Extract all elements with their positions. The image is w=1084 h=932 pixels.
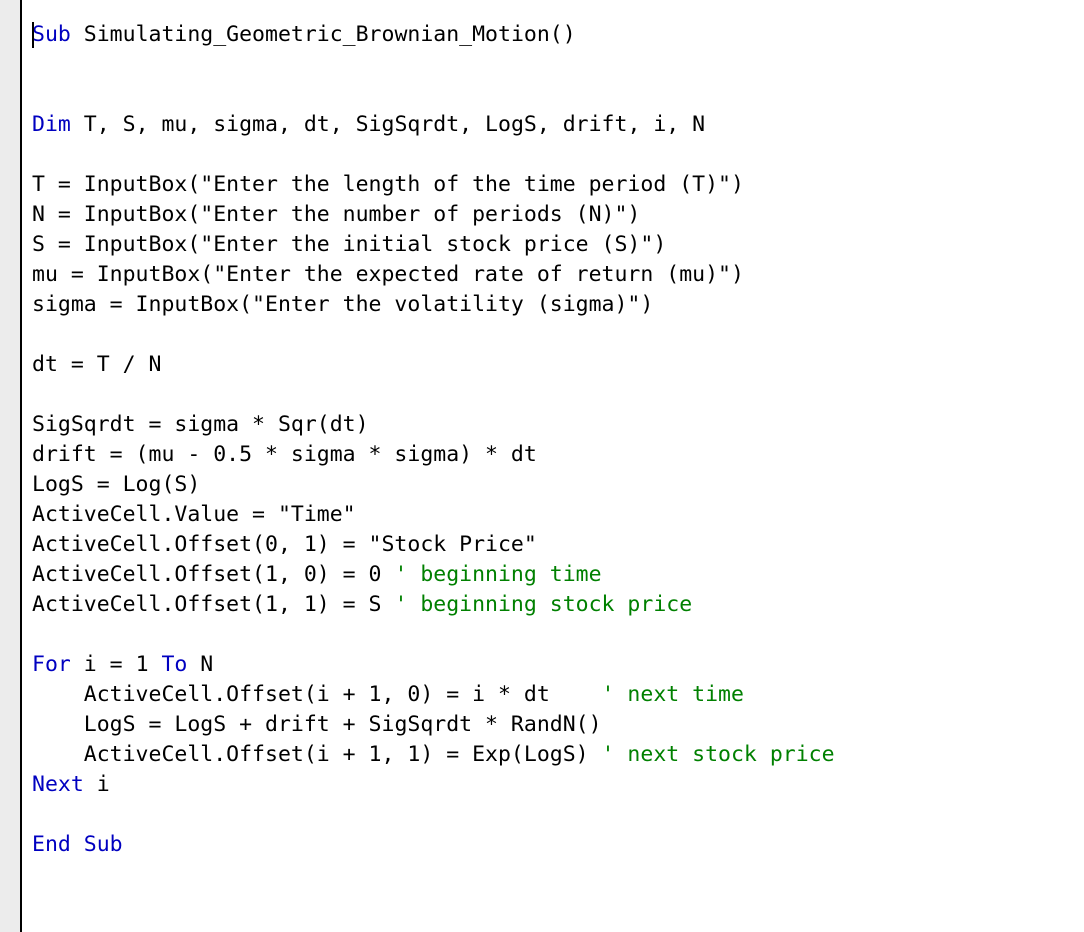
code-token-plain: N = InputBox("Enter the number of period… — [32, 202, 641, 227]
code-token-plain: N — [187, 652, 214, 677]
code-line[interactable]: N = InputBox("Enter the number of period… — [32, 200, 1084, 230]
code-token-plain: i = 1 — [70, 652, 162, 677]
code-token-plain: sigma = InputBox("Enter the volatility (… — [32, 292, 654, 317]
code-line[interactable]: ActiveCell.Value = "Time" — [32, 500, 1084, 530]
code-token-cmt: ' beginning stock price — [394, 592, 693, 617]
code-line[interactable] — [32, 80, 1084, 110]
code-line[interactable]: Next i — [32, 770, 1084, 800]
code-token-plain: ActiveCell.Offset(0, 1) = "Stock Price" — [32, 532, 537, 557]
code-line[interactable]: Sub Simulating_Geometric_Brownian_Motion… — [32, 20, 1084, 50]
code-line[interactable]: LogS = LogS + drift + SigSqrdt * RandN() — [32, 710, 1084, 740]
code-token-plain: ActiveCell.Value = "Time" — [32, 502, 356, 527]
code-line[interactable]: mu = InputBox("Enter the expected rate o… — [32, 260, 1084, 290]
code-token-cmt: ' beginning time — [394, 562, 602, 587]
code-line[interactable]: ActiveCell.Offset(1, 1) = S ' beginning … — [32, 590, 1084, 620]
editor-margin-indicator-bar[interactable] — [0, 0, 22, 932]
code-line[interactable]: ActiveCell.Offset(i + 1, 1) = Exp(LogS) … — [32, 740, 1084, 770]
code-line[interactable]: LogS = Log(S) — [32, 470, 1084, 500]
code-token-plain: dt = T / N — [32, 352, 162, 377]
code-token-plain: ActiveCell.Offset(i + 1, 1) = Exp(LogS) — [83, 742, 602, 767]
code-token-kw: End Sub — [32, 832, 123, 857]
code-token-plain: SigSqrdt = sigma * Sqr(dt) — [32, 412, 369, 437]
code-line[interactable]: Dim T, S, mu, sigma, dt, SigSqrdt, LogS,… — [32, 110, 1084, 140]
code-token-plain: mu = InputBox("Enter the expected rate o… — [32, 262, 744, 287]
code-token-plain: ActiveCell.Offset(1, 1) = S — [32, 592, 395, 617]
code-text-surface[interactable]: Sub Simulating_Geometric_Brownian_Motion… — [32, 20, 1084, 860]
code-token-cmt: ' next time — [601, 682, 744, 707]
code-token-kw: For — [32, 652, 71, 677]
code-line[interactable]: sigma = InputBox("Enter the volatility (… — [32, 290, 1084, 320]
code-token-plain: LogS = LogS + drift + SigSqrdt * RandN() — [83, 712, 602, 737]
code-token-plain: T, S, mu, sigma, dt, SigSqrdt, LogS, dri… — [70, 112, 706, 137]
text-caret — [32, 22, 34, 48]
code-token-kw: Sub — [32, 22, 71, 47]
code-line[interactable] — [32, 140, 1084, 170]
code-token-plain: S = InputBox("Enter the initial stock pr… — [32, 232, 667, 257]
code-line[interactable] — [32, 800, 1084, 830]
code-line[interactable] — [32, 380, 1084, 410]
code-token-plain: ActiveCell.Offset(1, 0) = 0 — [32, 562, 395, 587]
code-token-kw: To — [161, 652, 188, 677]
code-token-kw: Dim — [32, 112, 71, 137]
code-line[interactable]: ActiveCell.Offset(0, 1) = "Stock Price" — [32, 530, 1084, 560]
code-line[interactable]: T = InputBox("Enter the length of the ti… — [32, 170, 1084, 200]
code-line[interactable] — [32, 50, 1084, 80]
code-line[interactable] — [32, 320, 1084, 350]
code-token-plain: drift = (mu - 0.5 * sigma * sigma) * dt — [32, 442, 537, 467]
code-token-plain: Simulating_Geometric_Brownian_Motion() — [70, 22, 576, 47]
code-token-plain: i — [83, 772, 110, 797]
code-token-plain: T = InputBox("Enter the length of the ti… — [32, 172, 744, 197]
code-line[interactable]: drift = (mu - 0.5 * sigma * sigma) * dt — [32, 440, 1084, 470]
code-line[interactable]: For i = 1 To N — [32, 650, 1084, 680]
code-line[interactable]: ActiveCell.Offset(1, 0) = 0 ' beginning … — [32, 560, 1084, 590]
code-line[interactable]: End Sub — [32, 830, 1084, 860]
code-line[interactable] — [32, 620, 1084, 650]
code-token-cmt: ' next stock price — [601, 742, 835, 767]
code-token-plain: LogS = Log(S) — [32, 472, 201, 497]
code-token-kw: Next — [32, 772, 84, 797]
code-token-plain: ActiveCell.Offset(i + 1, 0) = i * dt — [83, 682, 602, 707]
code-line[interactable]: ActiveCell.Offset(i + 1, 0) = i * dt ' n… — [32, 680, 1084, 710]
code-pane[interactable]: Sub Simulating_Geometric_Brownian_Motion… — [22, 0, 1084, 932]
vba-code-editor: Sub Simulating_Geometric_Brownian_Motion… — [0, 0, 1084, 932]
code-line[interactable]: SigSqrdt = sigma * Sqr(dt) — [32, 410, 1084, 440]
code-line[interactable]: S = InputBox("Enter the initial stock pr… — [32, 230, 1084, 260]
code-line[interactable]: dt = T / N — [32, 350, 1084, 380]
